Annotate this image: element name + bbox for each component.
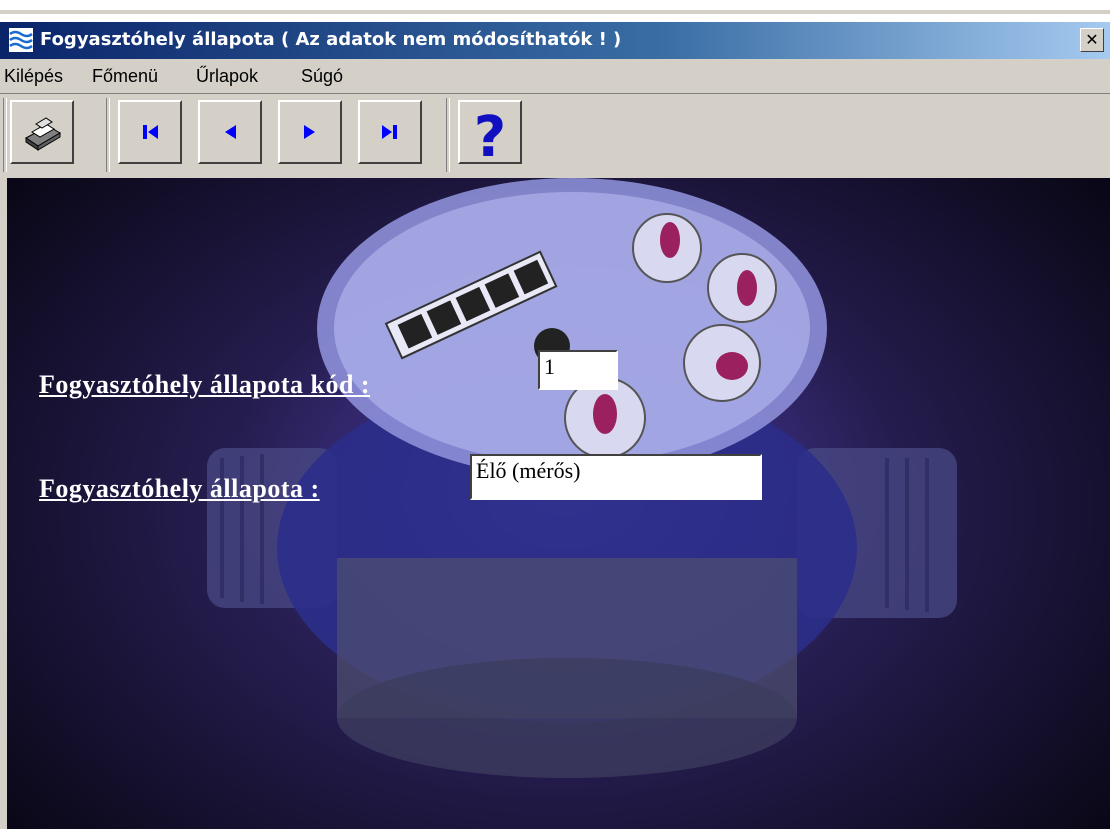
toolbar-separator [3,98,7,172]
app-waves-icon [9,28,33,52]
next-record-icon [304,125,315,139]
toolbar: ? [0,93,1110,178]
menu-item-fomenu[interactable]: Főmenü [92,66,158,87]
menu-item-kilepes[interactable]: Kilépés [4,66,63,87]
toolbar-separator [446,98,450,172]
print-icon [25,117,61,151]
help-button[interactable]: ? [458,100,522,170]
title-bar: Fogyasztóhely állapota ( Az adatok nem m… [0,22,1110,59]
first-record-icon [143,125,158,139]
close-button[interactable]: ✕ [1080,28,1104,52]
help-icon: ? [474,105,506,170]
code-field[interactable]: 1 [538,350,618,390]
last-record-button[interactable] [358,100,422,164]
window-left-border [0,178,7,829]
svg-text:?: ? [474,105,506,170]
first-record-button[interactable] [118,100,182,164]
window-title: Fogyasztóhely állapota ( Az adatok nem m… [40,29,622,50]
previous-record-icon [225,125,236,139]
toolbar-separator [106,98,110,172]
print-button[interactable] [10,100,74,164]
next-record-button[interactable] [278,100,342,164]
form-area: Fogyasztóhely állapota kód : 1 Fogyasztó… [7,178,1110,829]
code-label: Fogyasztóhely állapota kód : [39,370,371,399]
menu-bar: Kilépés Főmenü Űrlapok Súgó [0,59,1110,93]
last-record-icon [382,125,397,139]
previous-record-button[interactable] [198,100,262,164]
top-strip [0,0,1110,22]
status-label: Fogyasztóhely állapota : [39,474,320,503]
status-field[interactable]: Élő (mérős) [470,454,762,500]
menu-item-urlapok[interactable]: Űrlapok [196,66,258,87]
menu-item-sugo[interactable]: Súgó [301,66,343,87]
